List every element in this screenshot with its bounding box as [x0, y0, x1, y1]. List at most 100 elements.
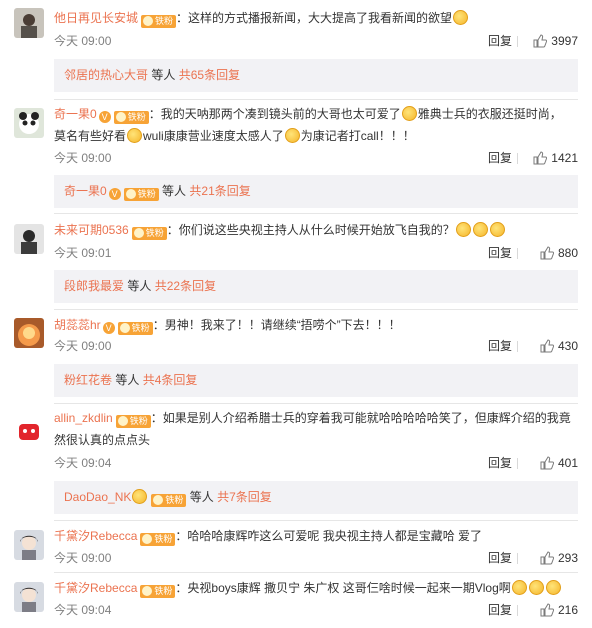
thumbs-up-icon [540, 339, 555, 353]
divider [517, 458, 518, 469]
comment-text: ：男神！我来了！！请继续“捂唠个”下去！！！ [152, 318, 401, 332]
comment-time: 今天 09:00 [54, 34, 112, 48]
thumbs-up-icon [540, 603, 555, 617]
thumbs-up-icon [540, 551, 555, 565]
username-link[interactable]: 胡蕊蕊hr [54, 318, 101, 332]
comment-list: 他日再见长安城 铁粉 ：这样的方式播报新闻，大大提高了我看新闻的欲望 今天 09:0… [0, 0, 592, 628]
sub-reply-suffix: 等人 [162, 184, 187, 198]
like-count: 880 [557, 246, 578, 260]
divider [54, 520, 578, 521]
username-link[interactable]: 千黛汐Rebecca [54, 529, 137, 543]
comment-text: ：央视boys康辉 撒贝宁 朱广权 这哥仨啥时候一起来一期Vlog啊 [175, 581, 511, 595]
divider [54, 99, 578, 100]
comment-text: ：你们说这些央视主持人从什么时候开始放飞自我的？ [166, 223, 455, 237]
emoji-icon [511, 580, 527, 595]
comment-text: ：我的天呐那两个凑到镜头前的大哥也太可爱了 [148, 107, 401, 121]
thumbs-up-icon [533, 151, 548, 165]
like-button[interactable]: 430 [540, 336, 578, 356]
reply-button[interactable]: 回复 [488, 336, 512, 356]
comment-text: 为康记者打call！！！ [300, 129, 415, 143]
avatar[interactable] [14, 414, 44, 444]
like-count: 1421 [551, 151, 578, 165]
sub-reply-count[interactable]: 共21条回复 [189, 184, 250, 198]
divider [517, 153, 518, 164]
avatar[interactable] [14, 530, 44, 560]
reply-button[interactable]: 回复 [488, 453, 512, 473]
avatar[interactable] [14, 8, 44, 38]
comment-time: 今天 09:00 [54, 551, 112, 565]
emoji-icon [132, 489, 148, 504]
like-button[interactable]: 880 [540, 243, 578, 263]
thumbs-up-icon [540, 246, 555, 260]
emoji-icon [401, 106, 417, 121]
sub-reply-suffix: 等人 [115, 373, 140, 387]
divider [54, 213, 578, 214]
sub-replies-box[interactable]: 段郎我最爱 等人 共22条回复 [54, 270, 578, 303]
fan-badge: 铁粉 [140, 585, 176, 598]
username-link[interactable]: 千黛汐Rebecca [54, 581, 137, 595]
avatar[interactable] [14, 108, 44, 138]
emoji-icon [455, 222, 471, 237]
sub-replies-box[interactable]: 邻居的热心大哥 等人 共65条回复 [54, 59, 578, 92]
reply-button[interactable]: 回复 [488, 148, 512, 168]
fan-badge: 铁粉 [140, 533, 176, 546]
reply-button[interactable]: 回复 [488, 31, 512, 51]
username-link[interactable]: 奇一果0 [54, 107, 97, 121]
comment-time: 今天 09:00 [54, 151, 112, 165]
reply-button[interactable]: 回复 [488, 600, 512, 620]
emoji-icon [545, 580, 561, 595]
sub-reply-user[interactable]: DaoDao_NK [64, 490, 131, 504]
like-count: 293 [557, 551, 578, 565]
divider [517, 553, 518, 564]
comment-text: 莫名有些好看 [54, 129, 127, 143]
like-button[interactable]: 293 [540, 548, 578, 568]
emoji-icon [453, 10, 469, 25]
like-button[interactable]: 401 [540, 453, 578, 473]
vip-icon: V [108, 188, 121, 200]
sub-replies-box[interactable]: 奇一果0 V 铁粉 等人 共21条回复 [54, 175, 578, 208]
divider [517, 248, 518, 259]
sub-reply-user[interactable]: 粉红花卷 [64, 373, 112, 387]
sub-reply-user[interactable]: 段郎我最爱 [64, 279, 124, 293]
sub-reply-user[interactable]: 奇一果0 [64, 184, 107, 198]
divider [517, 36, 518, 47]
username-link[interactable]: 他日再见长安城 [54, 11, 138, 25]
fan-badge: 铁粉 [117, 322, 153, 335]
username-link[interactable]: allin_zkdlin [54, 411, 113, 425]
like-button[interactable]: 3997 [533, 31, 578, 51]
like-count: 401 [557, 456, 578, 470]
thumbs-up-icon [533, 34, 548, 48]
avatar[interactable] [14, 318, 44, 348]
avatar[interactable] [14, 582, 44, 612]
sub-reply-count[interactable]: 共4条回复 [143, 373, 198, 387]
divider [54, 309, 578, 310]
comment-time: 今天 09:04 [54, 603, 112, 617]
comment-text: wuli康康营业速度太感人了 [143, 129, 284, 143]
sub-reply-count[interactable]: 共65条回复 [179, 68, 240, 82]
fan-badge: 铁粉 [115, 415, 151, 428]
thumbs-up-icon [540, 456, 555, 470]
divider [54, 572, 578, 573]
like-count: 216 [557, 603, 578, 617]
sub-reply-user[interactable]: 邻居的热心大哥 [64, 68, 148, 82]
avatar[interactable] [14, 224, 44, 254]
like-button[interactable]: 216 [540, 600, 578, 620]
divider [517, 341, 518, 352]
reply-button[interactable]: 回复 [488, 243, 512, 263]
sub-reply-count[interactable]: 共22条回复 [155, 279, 216, 293]
fan-badge: 铁粉 [131, 227, 167, 240]
like-button[interactable]: 1421 [533, 148, 578, 168]
fan-badge: 铁粉 [141, 15, 177, 28]
comment-time: 今天 09:01 [54, 246, 112, 260]
comment-time: 今天 09:04 [54, 456, 112, 470]
vip-icon: V [102, 322, 115, 334]
sub-replies-box[interactable]: DaoDao_NK 铁粉 等人 共7条回复 [54, 481, 578, 514]
sub-reply-count[interactable]: 共7条回复 [217, 490, 272, 504]
comment-text: ：哈哈哈康辉咋这么可爱呢 我央视主持人都是宝藏哈 爱了 [175, 529, 483, 543]
username-link[interactable]: 未来可期0536 [54, 223, 129, 237]
sub-replies-box[interactable]: 粉红花卷 等人 共4条回复 [54, 364, 578, 397]
divider [517, 605, 518, 616]
reply-button[interactable]: 回复 [488, 548, 512, 568]
comment-time: 今天 09:00 [54, 339, 112, 353]
emoji-icon [127, 128, 143, 143]
